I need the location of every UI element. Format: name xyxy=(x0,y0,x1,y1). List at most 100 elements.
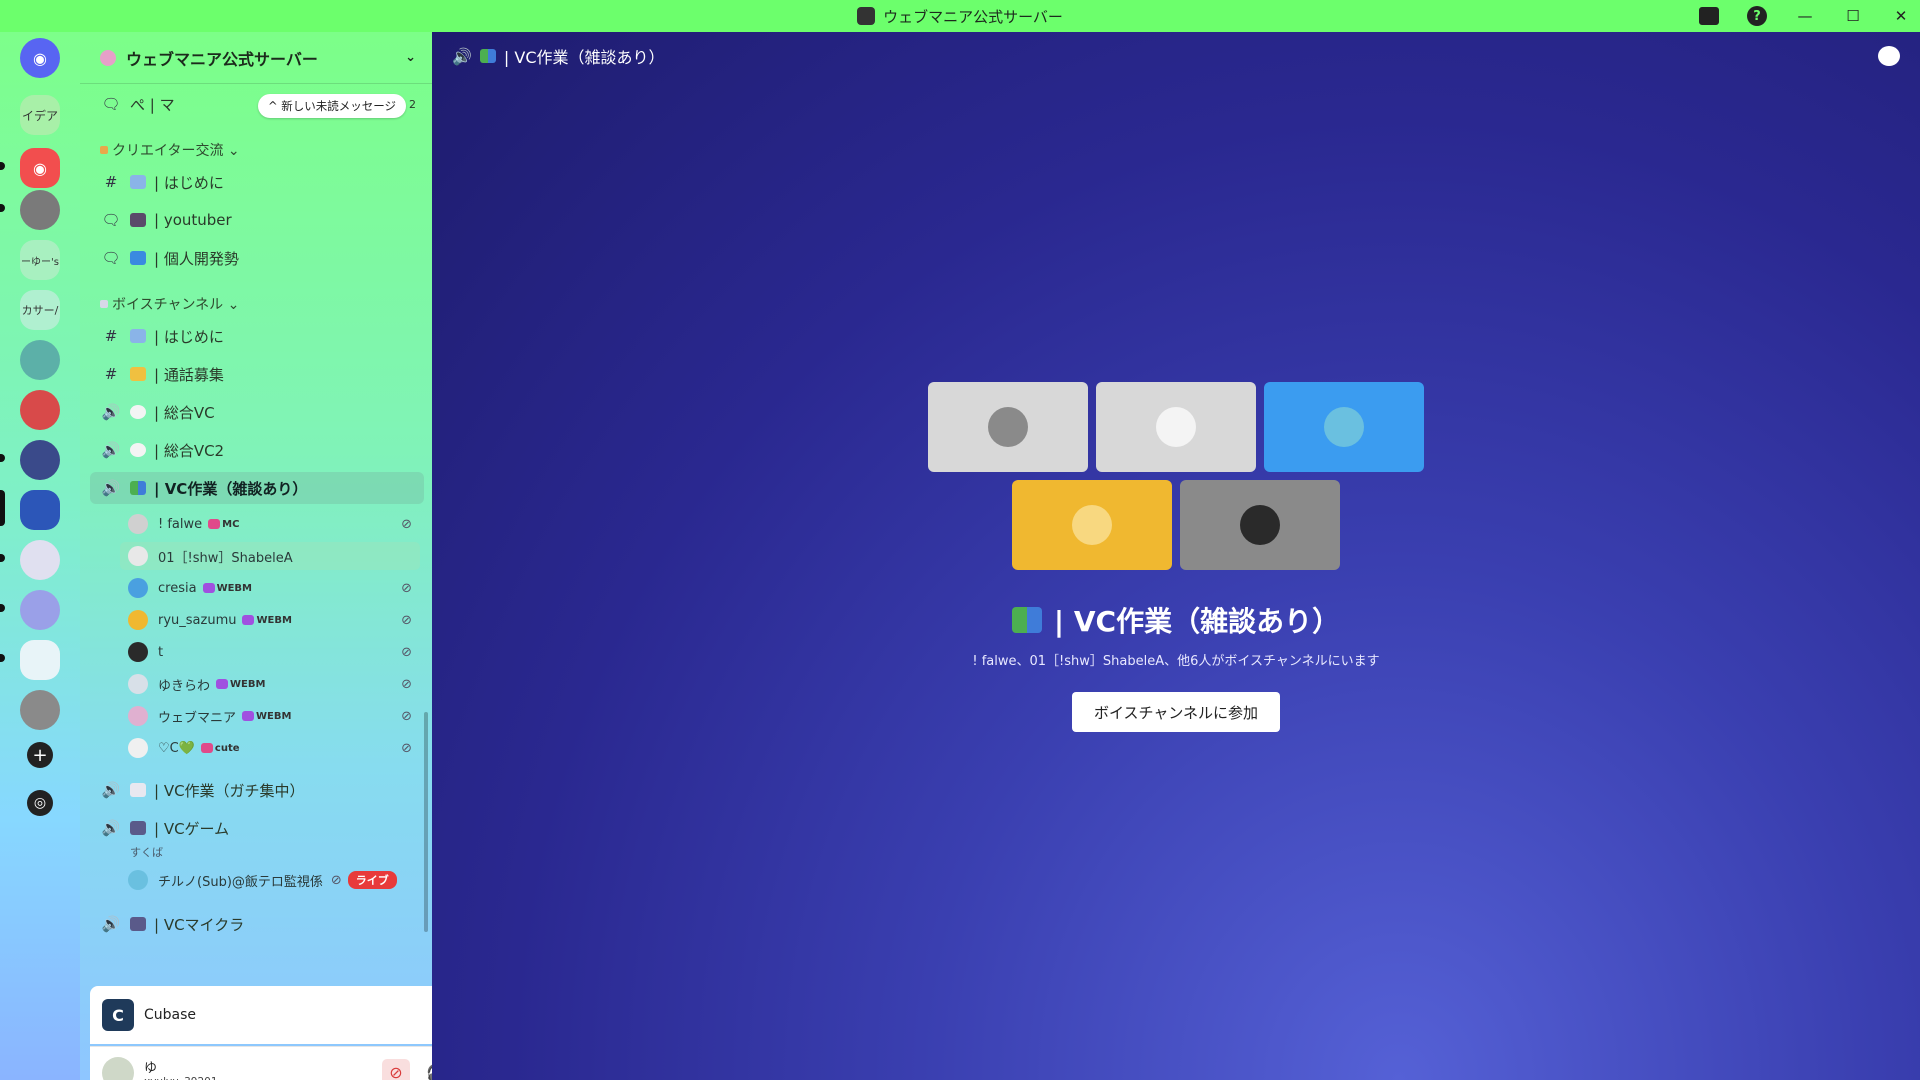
avatar xyxy=(128,578,148,598)
category-emoji-icon xyxy=(100,300,108,308)
channel-vc-maikura[interactable]: 🔊 | VCマイクラ xyxy=(90,908,424,940)
window-title: ウェブマニア公式サーバー xyxy=(883,7,1063,26)
rail-unread-pip xyxy=(0,454,5,462)
server-avatar-3[interactable] xyxy=(20,390,60,430)
channel-kojin[interactable]: 🗨 | 個人開発勢 xyxy=(90,242,424,274)
mic-muted-icon: ⊘ xyxy=(401,676,412,692)
avatar xyxy=(1240,505,1280,545)
server-avatar-5[interactable] xyxy=(20,540,60,580)
channel-status: すくば xyxy=(130,846,163,859)
server-label: ーゆー's xyxy=(21,256,59,268)
book-icon xyxy=(130,329,146,343)
server-kasa[interactable]: カサー/ xyxy=(20,290,60,330)
books-icon xyxy=(1011,607,1042,633)
server-avatar-2[interactable] xyxy=(20,340,60,380)
voice-user[interactable]: t ⊘ xyxy=(120,638,420,666)
server-discord[interactable]: ◉ xyxy=(20,148,60,188)
discover-button[interactable]: ◎ xyxy=(27,790,53,816)
voice-user[interactable]: ウェブマニア WEBM ⊘ xyxy=(120,702,420,730)
voice-user[interactable]: ♡C💚 cute ⊘ xyxy=(120,734,420,762)
channel-header: 🔊 | VC作業（雑談あり） xyxy=(432,32,1920,80)
user-name: 01［!shw］ShabeleA xyxy=(158,550,293,566)
channel-label: | はじめに xyxy=(154,327,224,346)
close-button[interactable]: ✕ xyxy=(1890,5,1912,27)
server-avatar-7[interactable] xyxy=(20,640,60,680)
channel-hajimeni-1[interactable]: # | はじめに xyxy=(90,166,424,198)
server-avatar-6[interactable] xyxy=(20,590,60,630)
add-server-button[interactable]: + xyxy=(27,742,53,768)
forum-icon: 🗨 xyxy=(101,211,121,229)
category-creator[interactable]: クリエイター交流 ⌄ xyxy=(100,140,240,160)
category-label: クリエイター交流 ⌄ xyxy=(112,143,240,159)
inbox-icon xyxy=(1699,7,1719,25)
phone-icon xyxy=(130,783,146,797)
category-label: ボイスチャンネル ⌄ xyxy=(112,297,240,313)
voice-user-live[interactable]: チルノ(Sub)@飯テロ監視係 ⊘ ライブ xyxy=(120,866,420,894)
user-names: ゆ xyulyu_39201 xyxy=(144,1057,218,1080)
rail-unread-pip xyxy=(0,654,5,662)
speaker-icon: 🔊 xyxy=(101,403,121,421)
mute-button[interactable]: ⊘ xyxy=(382,1058,410,1080)
participant-tile[interactable] xyxy=(1264,382,1424,472)
user-name: t xyxy=(158,644,164,660)
voice-user[interactable]: 01［!shw］ShabeleA xyxy=(120,542,420,570)
voice-user[interactable]: ゆきらわ WEBM ⊘ xyxy=(120,670,420,698)
server-webmania-active[interactable] xyxy=(20,490,60,530)
channel-sogo-vc2[interactable]: 🔊 | 総合VC2 xyxy=(90,434,424,466)
voice-user[interactable]: ryu_sazumu WEBM ⊘ xyxy=(120,606,420,634)
participant-tile[interactable] xyxy=(928,382,1088,472)
participant-tile[interactable] xyxy=(1096,382,1256,472)
unread-pill-label: ^ 新しい未読メッセージ xyxy=(268,99,397,113)
server-yuus[interactable]: ーゆー's xyxy=(20,240,60,280)
mic-muted-icon: ⊘ xyxy=(401,516,412,532)
avatar xyxy=(128,642,148,662)
channel-label: | 総合VC xyxy=(154,403,215,422)
server-rail: ◉ イデア ◉ ーゆー's カサー/ + ◎ xyxy=(0,32,80,1080)
discord-home-button[interactable]: ◉ xyxy=(20,38,60,78)
join-voice-button[interactable]: ボイスチャンネルに参加 xyxy=(1072,692,1280,732)
server-header[interactable]: ウェブマニア公式サーバー ⌄ xyxy=(80,32,432,84)
new-unread-messages-button[interactable]: ^ 新しい未読メッセージ xyxy=(258,94,407,118)
server-avatar-8[interactable] xyxy=(20,690,60,730)
avatar xyxy=(128,674,148,694)
rail-unread-pip xyxy=(0,204,5,212)
server-avatar-4[interactable] xyxy=(20,440,60,480)
sidebar-scrollbar[interactable] xyxy=(424,712,428,932)
activity-panel[interactable]: C Cubase xyxy=(90,986,432,1044)
plus-icon: + xyxy=(32,744,48,766)
server-idea[interactable]: イデア xyxy=(20,95,60,135)
avatar xyxy=(988,407,1028,447)
speech-bubble-icon xyxy=(130,443,146,457)
channel-tsuwa[interactable]: # | 通話募集 xyxy=(90,358,424,390)
help-button[interactable]: ? xyxy=(1746,5,1768,27)
chat-bubble-icon[interactable] xyxy=(1878,46,1900,66)
voice-user[interactable]: ! falwe MC ⊘ xyxy=(120,510,420,538)
user-name: ゆきらわ xyxy=(158,678,211,694)
discord-home-icon: ◉ xyxy=(33,48,47,68)
channel-vc-game[interactable]: 🔊 | VCゲーム xyxy=(90,812,424,844)
minimize-icon: — xyxy=(1797,7,1813,25)
channel-label: | youtuber xyxy=(154,211,232,229)
deafen-button[interactable]: 🎧 xyxy=(422,1059,432,1080)
channel-vc-gachi[interactable]: 🔊 | VC作業（ガチ集中） xyxy=(90,774,424,806)
maximize-button[interactable]: ☐ xyxy=(1842,5,1864,27)
participant-tile[interactable] xyxy=(1012,480,1172,570)
server-avatar-1[interactable] xyxy=(20,190,60,230)
voice-channel-name: | VC作業（雑談あり） xyxy=(1053,605,1341,638)
channel-vc-sagyo[interactable]: 🔊 | VC作業（雑談あり） xyxy=(90,472,424,504)
avatar xyxy=(1324,407,1364,447)
avatar[interactable] xyxy=(102,1056,136,1080)
category-voice[interactable]: ボイスチャンネル ⌄ xyxy=(100,294,239,314)
channel-label: | 個人開発勢 xyxy=(154,249,239,268)
role-tag-label: WEBM xyxy=(256,614,292,626)
channel-youtuber[interactable]: 🗨 | youtuber xyxy=(90,204,424,236)
avatar xyxy=(1156,407,1196,447)
channel-label: | 総合VC2 xyxy=(154,441,225,460)
inbox-button[interactable] xyxy=(1698,5,1720,27)
minimize-button[interactable]: — xyxy=(1794,5,1816,27)
user-name: cresia xyxy=(158,580,197,596)
channel-sogo-vc[interactable]: 🔊 | 総合VC xyxy=(90,396,424,428)
voice-user[interactable]: cresia WEBM ⊘ xyxy=(120,574,420,602)
participant-tile[interactable] xyxy=(1180,480,1340,570)
channel-hajimeni-2[interactable]: # | はじめに xyxy=(90,320,424,352)
